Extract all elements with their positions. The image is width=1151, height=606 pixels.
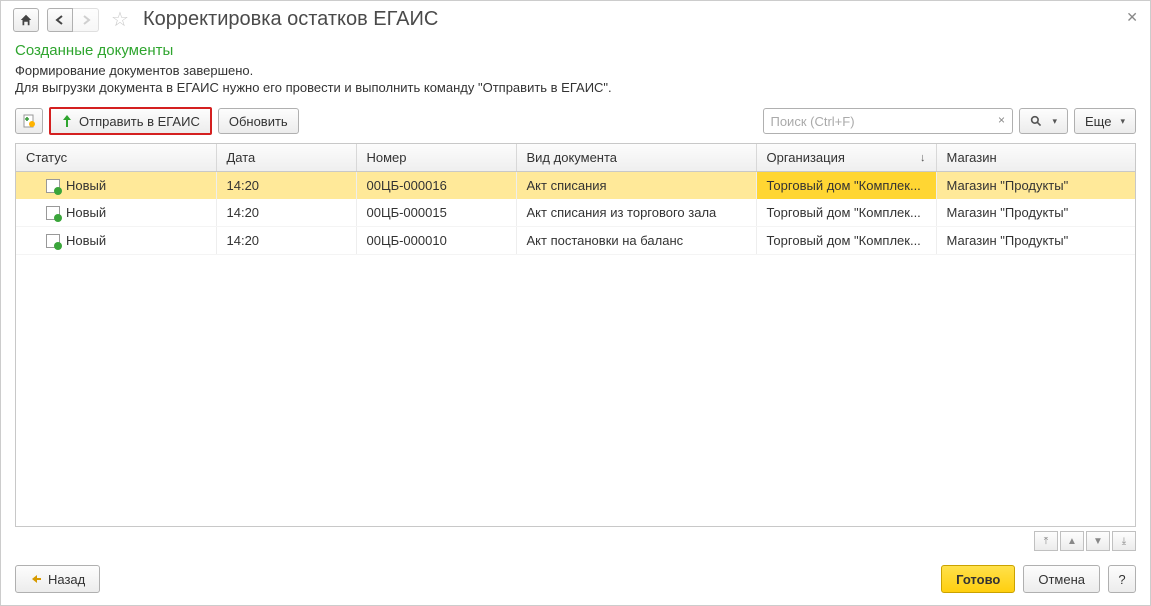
- refresh-label: Обновить: [229, 114, 288, 129]
- info-line-1: Формирование документов завершено.: [15, 63, 1136, 78]
- sort-asc-icon: ↓: [920, 152, 926, 164]
- chevron-down-icon: ▾: [1052, 116, 1057, 127]
- back-label: Назад: [48, 572, 85, 587]
- more-button[interactable]: Еще ▾: [1074, 108, 1136, 134]
- page-title: Корректировка остатков ЕГАИС: [143, 8, 438, 31]
- back-arrow-icon: [30, 573, 42, 585]
- new-document-button[interactable]: [15, 108, 43, 134]
- search-clear-icon[interactable]: ×: [993, 112, 1009, 128]
- refresh-button[interactable]: Обновить: [218, 108, 299, 134]
- help-label: ?: [1118, 572, 1125, 587]
- nav-back-button[interactable]: [47, 8, 73, 32]
- send-to-egais-label: Отправить в ЕГАИС: [79, 114, 200, 129]
- close-icon[interactable]: ✕: [1126, 9, 1138, 26]
- table-nav-last[interactable]: ⤓: [1112, 531, 1136, 551]
- magnifier-icon: [1030, 115, 1043, 128]
- col-store[interactable]: Магазин: [936, 144, 1135, 172]
- cancel-button[interactable]: Отмена: [1023, 565, 1100, 593]
- help-button[interactable]: ?: [1108, 565, 1136, 593]
- search-dropdown-button[interactable]: ▾: [1019, 108, 1068, 134]
- table-nav-up[interactable]: ▲: [1060, 531, 1084, 551]
- section-header: Созданные документы: [15, 42, 1136, 59]
- document-status-icon: [46, 206, 60, 220]
- col-organization[interactable]: Организация↓: [756, 144, 936, 172]
- table-row[interactable]: Новый 14:20 00ЦБ-000010 Акт постановки н…: [16, 227, 1135, 255]
- chevron-down-icon: ▾: [1120, 116, 1125, 127]
- table-row[interactable]: Новый 14:20 00ЦБ-000015 Акт списания из …: [16, 199, 1135, 227]
- nav-forward-button: [73, 8, 99, 32]
- send-to-egais-button[interactable]: Отправить в ЕГАИС: [49, 107, 212, 135]
- home-button[interactable]: [13, 8, 39, 32]
- col-number[interactable]: Номер: [356, 144, 516, 172]
- col-date[interactable]: Дата: [216, 144, 356, 172]
- col-doc-type[interactable]: Вид документа: [516, 144, 756, 172]
- upload-arrow-icon: [61, 114, 73, 128]
- documents-table: Статус Дата Номер Вид документа Организа…: [15, 143, 1136, 527]
- finish-label: Готово: [956, 572, 1000, 587]
- finish-button[interactable]: Готово: [941, 565, 1015, 593]
- table-nav-first[interactable]: ⤒: [1034, 531, 1058, 551]
- more-label: Еще: [1085, 114, 1111, 129]
- document-status-icon: [46, 179, 60, 193]
- table-row[interactable]: Новый 14:20 00ЦБ-000016 Акт списания Тор…: [16, 172, 1135, 200]
- document-status-icon: [46, 234, 60, 248]
- table-header-row: Статус Дата Номер Вид документа Организа…: [16, 144, 1135, 172]
- cancel-label: Отмена: [1038, 572, 1085, 587]
- search-input[interactable]: [763, 108, 1013, 134]
- favorite-star-icon[interactable]: ☆: [111, 7, 129, 32]
- col-status[interactable]: Статус: [16, 144, 216, 172]
- info-line-2: Для выгрузки документа в ЕГАИС нужно его…: [15, 80, 1136, 95]
- back-button[interactable]: Назад: [15, 565, 100, 593]
- table-nav-down[interactable]: ▼: [1086, 531, 1110, 551]
